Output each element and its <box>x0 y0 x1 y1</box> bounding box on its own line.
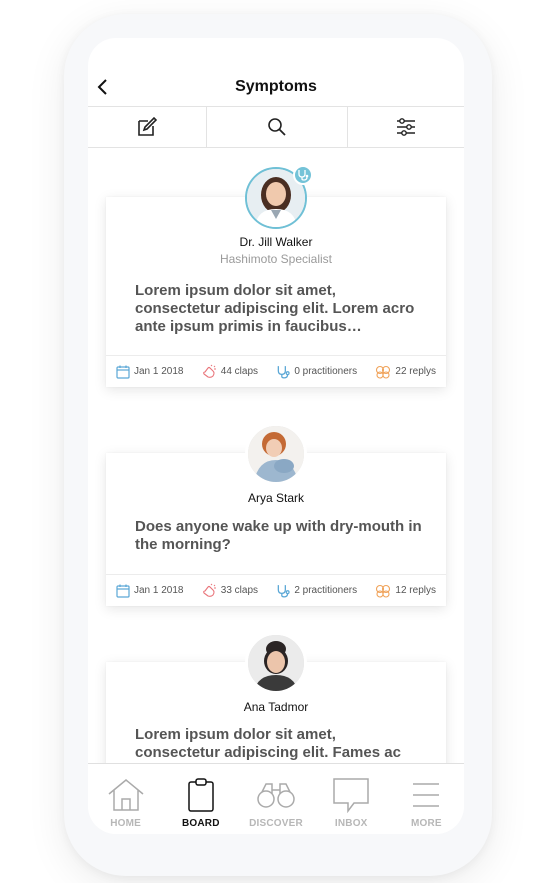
post-text[interactable]: Does anyone wake up with dry-mouth in th… <box>135 518 425 554</box>
post-date: Jan 1 2018 <box>116 365 184 379</box>
search-button[interactable] <box>207 107 348 147</box>
chat-icon <box>333 778 369 813</box>
nav-home[interactable]: HOME <box>88 764 163 834</box>
replys-count: 12 replys <box>395 585 436 596</box>
post-card[interactable]: Dr. Jill Walker Hashimoto Specialist Lor… <box>106 165 446 387</box>
practitioners-text: 2 practitioners <box>294 585 358 596</box>
claps-count: 44 claps <box>220 366 259 377</box>
replys-button[interactable]: 12 replys <box>375 584 436 598</box>
post-text[interactable]: Lorem ipsum dolor sit amet, consectetur … <box>135 726 425 762</box>
author-name: Dr. Jill Walker <box>239 235 313 249</box>
stethoscope-icon <box>278 365 290 378</box>
nav-label: DISCOVER <box>249 818 303 829</box>
practitioners-text: 0 practitioners <box>294 366 358 377</box>
author-name: Ana Tadmor <box>243 700 309 714</box>
post-meta: Jan 1 2018 33 claps 2 practitioners 12 r… <box>106 574 446 606</box>
nav-label: INBOX <box>334 818 368 829</box>
home-icon <box>108 779 144 811</box>
nav-discover[interactable]: DISCOVER <box>238 764 313 834</box>
post-feed[interactable]: Dr. Jill Walker Hashimoto Specialist Lor… <box>88 148 464 763</box>
avatar[interactable] <box>245 632 307 694</box>
practitioners-count[interactable]: 0 practitioners <box>276 365 357 379</box>
app-screen: Symptoms Dr. Jill Walker Hashimoto Speci… <box>88 38 464 834</box>
compose-icon <box>138 116 158 136</box>
post-text[interactable]: Lorem ipsum dolor sit amet, consectetur … <box>135 282 425 336</box>
page-title: Symptoms <box>235 78 317 95</box>
bottom-nav: HOME BOARD DISCOVER INBOX MORE <box>88 763 464 834</box>
filter-icon <box>397 118 415 136</box>
toolbar <box>88 106 464 148</box>
avatar-image <box>245 423 307 485</box>
stethoscope-icon <box>278 584 290 597</box>
clipboard-icon <box>188 778 214 812</box>
avatar-image <box>245 632 307 694</box>
post-meta: Jan 1 2018 44 claps 0 practitioners 22 r… <box>106 355 446 387</box>
nav-inbox[interactable]: INBOX <box>314 764 389 834</box>
claps-button[interactable]: 33 claps <box>202 583 258 598</box>
author-role: Hashimoto Specialist <box>219 252 333 266</box>
practitioners-count[interactable]: 2 practitioners <box>276 584 357 598</box>
post-date: Jan 1 2018 <box>116 584 184 598</box>
replies-icon <box>376 584 391 598</box>
replies-icon <box>376 365 391 379</box>
menu-icon <box>413 783 440 807</box>
stethoscope-icon <box>298 170 309 181</box>
nav-more[interactable]: MORE <box>389 764 464 834</box>
calendar-icon <box>116 365 130 379</box>
filter-button[interactable] <box>348 107 464 147</box>
claps-count: 33 claps <box>220 585 259 596</box>
header: Symptoms <box>88 38 464 106</box>
nav-board[interactable]: BOARD <box>163 764 238 834</box>
claps-button[interactable]: 44 claps <box>202 364 258 379</box>
post-date-text: Jan 1 2018 <box>134 585 184 596</box>
nav-label: HOME <box>110 818 141 829</box>
nav-label: BOARD <box>181 818 220 829</box>
replys-button[interactable]: 22 replys <box>375 365 436 379</box>
post-card[interactable]: Ana Tadmor Lorem ipsum dolor sit amet, c… <box>106 632 446 763</box>
search-icon <box>268 118 286 136</box>
avatar[interactable] <box>245 165 313 229</box>
clap-icon <box>202 364 216 378</box>
calendar-icon <box>116 584 130 598</box>
replys-count: 22 replys <box>395 366 436 377</box>
compose-button[interactable] <box>88 107 207 147</box>
nav-label: MORE <box>411 818 442 829</box>
verified-badge <box>293 165 313 185</box>
clap-icon <box>202 583 216 597</box>
avatar[interactable] <box>245 423 307 485</box>
author-name: Arya Stark <box>247 491 304 505</box>
post-card[interactable]: Arya Stark Does anyone wake up with dry-… <box>106 423 446 606</box>
post-date-text: Jan 1 2018 <box>134 366 184 377</box>
binoculars-icon <box>257 783 295 808</box>
